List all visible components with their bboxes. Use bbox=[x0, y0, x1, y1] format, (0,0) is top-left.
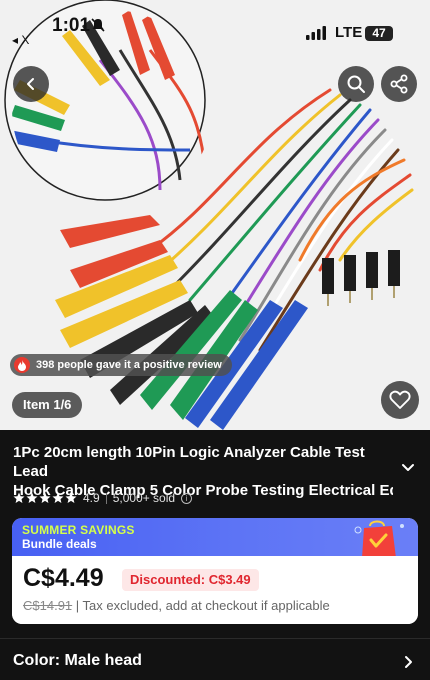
info-icon[interactable]: i bbox=[181, 492, 193, 504]
rating-row[interactable]: 4.9 5,000+ sold i bbox=[13, 489, 193, 507]
share-button[interactable] bbox=[381, 66, 417, 102]
search-button[interactable] bbox=[338, 66, 374, 102]
flame-icon bbox=[14, 357, 30, 373]
color-variant-selector[interactable]: Color: Male head bbox=[13, 652, 142, 670]
star-icon bbox=[65, 492, 77, 503]
price-note: C$14.91 | Tax excluded, add at checkout … bbox=[23, 598, 330, 613]
promo-banner[interactable]: SUMMER SAVINGS Bundle deals bbox=[12, 518, 418, 558]
product-title-line1: 1Pc 20cm length 10Pin Logic Analyzer Cab… bbox=[13, 444, 365, 480]
status-bar: 1:01 ◂ X LTE 47 bbox=[0, 0, 430, 56]
tax-note: | Tax excluded, add at checkout if appli… bbox=[72, 598, 330, 613]
shopping-bag-icon bbox=[354, 520, 404, 558]
discount-badge: Discounted: C$3.49 bbox=[122, 569, 259, 591]
star-icon bbox=[13, 492, 25, 503]
original-price: C$14.91 bbox=[23, 598, 73, 613]
back-button[interactable] bbox=[13, 66, 49, 102]
heart-icon bbox=[389, 390, 411, 409]
star-icon bbox=[39, 492, 51, 503]
battery-indicator: 47 bbox=[365, 26, 393, 41]
status-time: 1:01 bbox=[52, 15, 91, 36]
chevron-down-icon[interactable] bbox=[401, 463, 415, 473]
share-icon bbox=[390, 74, 408, 94]
price-panel: C$4.49 Discounted: C$3.49 C$14.91 | Tax … bbox=[12, 556, 418, 624]
network-type: LTE bbox=[335, 24, 363, 41]
promo-sublabel: Bundle deals bbox=[22, 537, 97, 551]
search-icon bbox=[347, 75, 365, 93]
promo-label: SUMMER SAVINGS bbox=[22, 523, 135, 537]
signal-icon bbox=[306, 26, 326, 40]
wishlist-button[interactable] bbox=[381, 381, 419, 419]
sold-count: 5,000+ sold bbox=[112, 491, 176, 505]
bundle-deal-card[interactable]: SUMMER SAVINGS Bundle deals C$4.49 Disco… bbox=[12, 518, 418, 624]
current-price: C$4.49 bbox=[23, 564, 104, 592]
rating-value: 4.9 bbox=[83, 491, 100, 505]
back-to-app-link[interactable]: ◂ X bbox=[12, 33, 29, 47]
chevron-right-icon[interactable] bbox=[404, 655, 413, 669]
star-rating bbox=[13, 492, 77, 504]
star-icon bbox=[52, 492, 64, 503]
divider bbox=[105, 492, 107, 504]
product-image-gallery[interactable]: 1:01 ◂ X LTE 47 398 people gave it a pos… bbox=[0, 0, 430, 430]
section-divider bbox=[0, 638, 430, 639]
chevron-left-icon bbox=[27, 78, 34, 90]
positive-review-badge: 398 people gave it a positive review bbox=[10, 354, 232, 376]
star-icon bbox=[26, 492, 38, 503]
image-counter: Item 1/6 bbox=[12, 392, 83, 418]
bell-muted-icon bbox=[91, 18, 105, 32]
review-text: 398 people gave it a positive review bbox=[36, 359, 222, 371]
